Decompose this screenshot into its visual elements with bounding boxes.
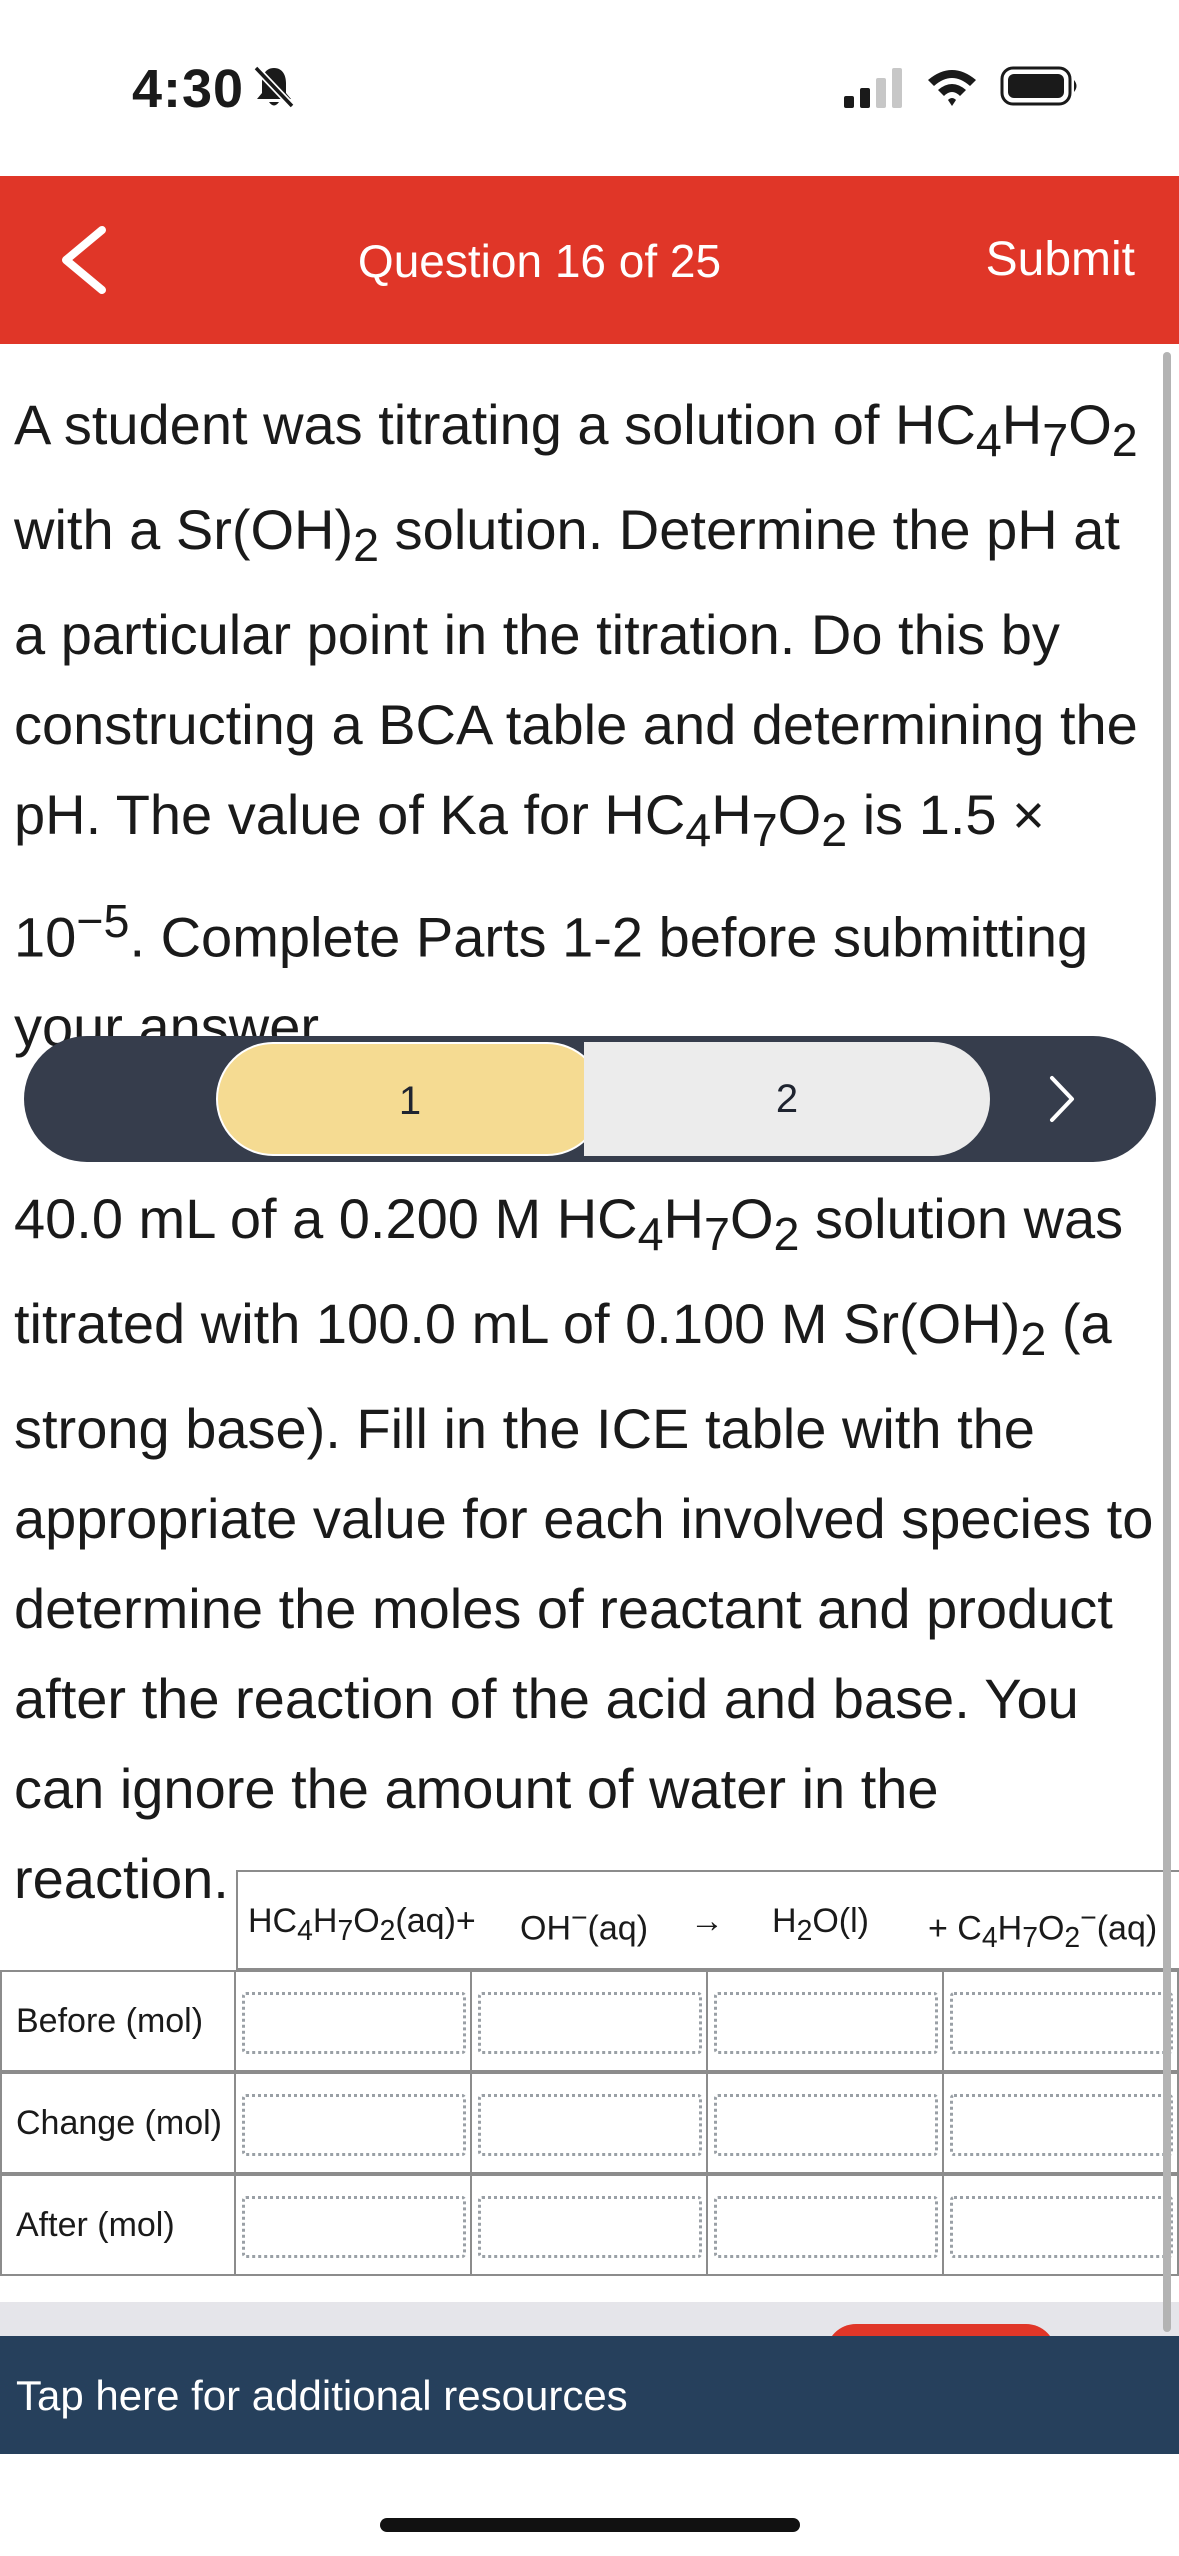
status-bar: 4:30	[0, 0, 1179, 176]
before-hydroxide-input[interactable]	[478, 1992, 702, 2054]
submit-button[interactable]: Submit	[986, 232, 1135, 287]
part-instructions: 40.0 mL of a 0.200 M HC4H7O2 solution wa…	[14, 1187, 1154, 1911]
before-water-input[interactable]	[714, 1992, 938, 2054]
home-indicator[interactable]	[380, 2518, 800, 2532]
table-row-after: After (mol)	[0, 2174, 1179, 2276]
bell-muted-icon	[253, 65, 295, 109]
resources-bar[interactable]: Tap here for additional resources	[0, 2336, 1179, 2454]
row-label-before: Before (mol)	[0, 1970, 236, 2072]
question-content[interactable]: A student was titrating a solution of HC…	[0, 344, 1179, 2336]
parts-navigator: 1 2	[24, 1036, 1156, 1162]
column-header-hydroxide: OH−(aq)	[520, 1902, 649, 1948]
part-tab-1[interactable]: 1	[216, 1042, 604, 1156]
row-label-after: After (mol)	[0, 2174, 236, 2276]
before-acid-input[interactable]	[242, 1992, 466, 2054]
column-header-water: H2O(l)	[772, 1902, 869, 1947]
cellular-signal-icon	[844, 68, 902, 108]
change-hydroxide-input[interactable]	[478, 2094, 702, 2156]
after-hydroxide-input[interactable]	[478, 2196, 702, 2258]
bca-table-header: HC4H7O2(aq)+ OH−(aq) → H2O(l) + C4H7O2−(…	[236, 1870, 1179, 1970]
table-row-before: Before (mol)	[0, 1970, 1179, 2072]
change-conjugate-base-input[interactable]	[950, 2094, 1173, 2156]
before-conjugate-base-input[interactable]	[950, 1992, 1173, 2054]
wifi-icon	[928, 70, 976, 106]
resources-link-label: Tap here for additional resources	[16, 2372, 628, 2419]
table-row-change: Change (mol)	[0, 2072, 1179, 2174]
part-tab-2[interactable]: 2	[584, 1042, 990, 1156]
after-conjugate-base-input[interactable]	[950, 2196, 1173, 2258]
column-header-arrow: →	[690, 1902, 724, 1940]
column-header-acid: HC4H7O2(aq)+	[248, 1902, 476, 1947]
battery-icon	[1000, 66, 1077, 106]
scrollbar[interactable]	[1163, 352, 1171, 2332]
question-intro: A student was titrating a solution of HC…	[14, 393, 1138, 1059]
after-water-input[interactable]	[714, 2196, 938, 2258]
next-part-chevron-icon[interactable]	[1042, 1072, 1082, 1126]
column-header-conjugate-base: + C4H7O2−(aq)	[928, 1902, 1158, 1955]
action-button-partial[interactable]	[826, 2324, 1056, 2336]
change-water-input[interactable]	[714, 2094, 938, 2156]
status-time: 4:30	[132, 59, 245, 119]
change-acid-input[interactable]	[242, 2094, 466, 2156]
row-label-change: Change (mol)	[0, 2072, 236, 2174]
after-acid-input[interactable]	[242, 2196, 466, 2258]
question-header: Question 16 of 25 Submit	[0, 176, 1179, 344]
